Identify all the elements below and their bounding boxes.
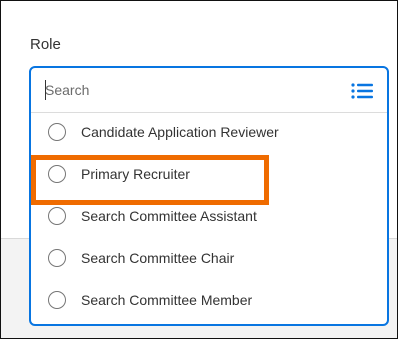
radio-unselected-icon[interactable] bbox=[48, 123, 66, 141]
search-row bbox=[31, 68, 387, 113]
list-icon[interactable] bbox=[351, 82, 373, 100]
radio-unselected-icon[interactable] bbox=[48, 249, 66, 267]
option-search-committee-member[interactable]: Search Committee Member bbox=[31, 281, 387, 323]
role-field-label: Role bbox=[30, 36, 61, 53]
role-combobox: Candidate Application Reviewer Primary R… bbox=[29, 66, 389, 326]
screenshot-frame: Role Candidate Application Reviewer Prim… bbox=[0, 0, 398, 339]
option-label: Candidate Application Reviewer bbox=[81, 124, 279, 140]
option-search-committee-chair[interactable]: Search Committee Chair bbox=[31, 239, 387, 281]
search-input[interactable] bbox=[45, 77, 345, 103]
option-label: Search Committee Member bbox=[81, 292, 253, 308]
options-list: Candidate Application Reviewer Primary R… bbox=[31, 113, 387, 323]
option-primary-recruiter[interactable]: Primary Recruiter bbox=[31, 155, 387, 197]
radio-unselected-icon[interactable] bbox=[48, 165, 66, 183]
radio-unselected-icon[interactable] bbox=[48, 207, 66, 225]
option-label: Search Committee Chair bbox=[81, 250, 235, 266]
option-candidate-application-reviewer[interactable]: Candidate Application Reviewer bbox=[31, 113, 387, 155]
option-search-committee-assistant[interactable]: Search Committee Assistant bbox=[31, 197, 387, 239]
option-label: Search Committee Assistant bbox=[81, 208, 257, 224]
radio-unselected-icon[interactable] bbox=[48, 291, 66, 309]
text-cursor bbox=[45, 80, 46, 100]
option-label: Primary Recruiter bbox=[81, 166, 190, 182]
